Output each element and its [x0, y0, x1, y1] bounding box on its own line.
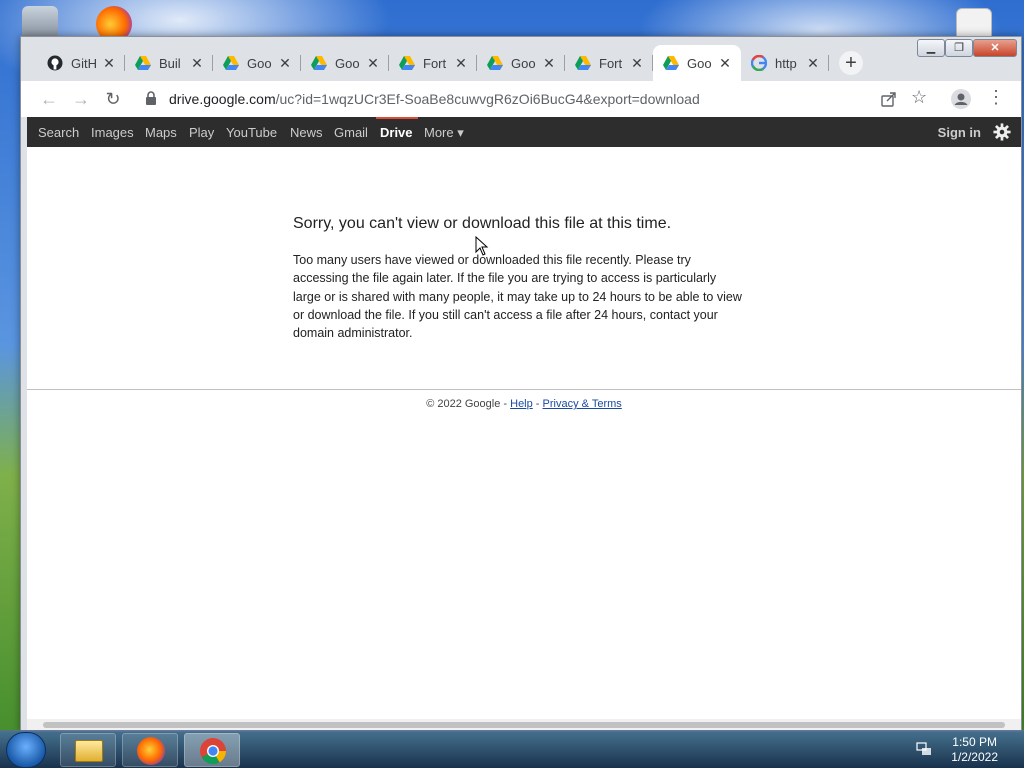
profile-avatar-icon[interactable] [951, 89, 971, 109]
share-icon[interactable] [881, 91, 897, 107]
tab-close-icon[interactable]: ✕ [277, 55, 293, 71]
tab-strip: GitH ✕ Buil ✕ Goo ✕ Goo ✕ Fort ✕ Goo ✕ Fort ✕ Goo ✕ http… [21, 37, 1021, 81]
lock-icon [146, 91, 156, 105]
tab-title: Goo [511, 55, 536, 71]
help-link[interactable]: Help [510, 398, 533, 410]
footer-copyright: © 2022 Google - [426, 398, 511, 410]
taskbar-chrome[interactable] [184, 733, 240, 767]
taskbar-firefox[interactable] [122, 733, 178, 767]
google-bar-item-play[interactable]: Play [189, 125, 214, 140]
tab-title: Goo [247, 55, 272, 71]
tab-close-icon[interactable]: ✕ [717, 55, 733, 71]
active-item-indicator [376, 117, 418, 119]
google-bar: Sign in Search Images Maps Play YouTube News G… [27, 117, 1021, 147]
browser-tab[interactable]: Fort ✕ [565, 45, 653, 81]
tab-close-icon[interactable]: ✕ [101, 55, 117, 71]
tab-title: http [775, 55, 797, 71]
page-content: Sorry, you can't view or download this f… [27, 147, 1021, 719]
footer-separator: - [532, 398, 543, 410]
tab-close-icon[interactable]: ✕ [453, 55, 469, 71]
window-close-button[interactable]: ✕ [973, 39, 1017, 57]
tab-title: Fort [423, 55, 447, 71]
tab-close-icon[interactable]: ✕ [629, 55, 645, 71]
new-tab-button[interactable]: + [839, 51, 863, 75]
browser-tab[interactable]: Goo ✕ [301, 45, 389, 81]
menu-kebab-icon[interactable]: ⋮ [987, 87, 1005, 108]
tab-close-icon[interactable]: ✕ [805, 55, 821, 71]
google-bar-item-gmail[interactable]: Gmail [334, 125, 368, 140]
browser-tab[interactable]: Goo ✕ [477, 45, 565, 81]
error-message: Too many users have viewed or downloaded… [293, 253, 742, 341]
minimize-button[interactable]: ▁ [917, 39, 945, 57]
tab-close-icon[interactable]: ✕ [189, 55, 205, 71]
tab-title: GitH [71, 55, 97, 71]
clock-date: 1/2/2022 [951, 750, 998, 764]
browser-tab[interactable]: Buil ✕ [125, 45, 213, 81]
google-bar-item-drive[interactable]: Drive [380, 125, 413, 140]
privacy-terms-link[interactable]: Privacy & Terms [543, 398, 622, 410]
mouse-cursor-icon [475, 236, 489, 256]
tab-separator [828, 55, 829, 71]
footer: © 2022 Google - Help - Privacy & Terms [27, 398, 1021, 410]
google-drive-icon [399, 56, 415, 70]
clock-time: 1:50 PM [952, 735, 997, 749]
github-icon [47, 55, 63, 71]
reload-button[interactable]: ↻ [101, 87, 125, 111]
google-drive-icon [223, 56, 239, 70]
network-tray-icon[interactable] [916, 741, 932, 757]
google-bar-item-search[interactable]: Search [38, 125, 79, 140]
browser-tab[interactable]: Goo ✕ [213, 45, 301, 81]
google-drive-icon [663, 56, 679, 70]
start-button[interactable] [6, 732, 46, 768]
scrollbar-thumb[interactable] [43, 722, 1005, 728]
tab-close-icon[interactable]: ✕ [365, 55, 381, 71]
browser-tab[interactable]: http ✕ [741, 45, 829, 81]
taskbar: 1:50 PM 1/2/2022 [0, 730, 1024, 768]
google-drive-icon [487, 56, 503, 70]
address-bar[interactable]: drive.google.com/uc?id=1wqzUCr3Ef-SoaBe8… [137, 85, 931, 113]
tab-title: Buil [159, 55, 181, 71]
firefox-icon [137, 737, 165, 765]
file-explorer-icon [75, 740, 103, 762]
browser-tab[interactable]: Goo ✕ [653, 45, 741, 81]
taskbar-file-explorer[interactable] [60, 733, 116, 767]
tab-close-icon[interactable]: ✕ [541, 55, 557, 71]
address-domain: drive.google.com [169, 91, 276, 107]
footer-divider [27, 389, 1021, 390]
browser-toolbar: ← → ↻ drive.google.com/uc?id=1wqzUCr3Ef-… [21, 81, 1021, 117]
google-drive-icon [135, 56, 151, 70]
system-clock[interactable]: 1:50 PM 1/2/2022 [951, 735, 998, 765]
google-icon [751, 55, 767, 71]
forward-button[interactable]: → [69, 87, 93, 111]
error-title: Sorry, you can't view or download this f… [293, 215, 672, 232]
settings-gear-icon[interactable] [993, 123, 1011, 141]
maximize-button[interactable]: ❐ [945, 39, 973, 57]
google-drive-icon [311, 56, 327, 70]
back-button[interactable]: ← [37, 87, 61, 111]
browser-tab[interactable]: GitH ✕ [37, 45, 125, 81]
google-bar-item-more[interactable]: More ▾ [424, 125, 464, 141]
address-path: /uc?id=1wqzUCr3Ef-SoaBe8cuwvgR6zOi6BucG4… [275, 91, 700, 107]
chrome-icon [200, 738, 227, 765]
tab-title: Fort [599, 55, 623, 71]
google-bar-item-maps[interactable]: Maps [145, 125, 177, 140]
google-drive-icon [575, 56, 591, 70]
sign-in-link[interactable]: Sign in [938, 125, 981, 140]
address-url: drive.google.com/uc?id=1wqzUCr3Ef-SoaBe8… [169, 91, 700, 107]
browser-window: GitH ✕ Buil ✕ Goo ✕ Goo ✕ Fort ✕ Goo ✕ Fort ✕ Goo ✕ http… [20, 36, 1022, 732]
google-bar-item-youtube[interactable]: YouTube [226, 125, 277, 140]
tab-title: Goo [687, 55, 712, 71]
google-bar-item-images[interactable]: Images [91, 125, 134, 140]
browser-tab[interactable]: Fort ✕ [389, 45, 477, 81]
bookmark-star-icon[interactable]: ☆ [911, 87, 927, 108]
tab-title: Goo [335, 55, 360, 71]
google-bar-item-news[interactable]: News [290, 125, 323, 140]
